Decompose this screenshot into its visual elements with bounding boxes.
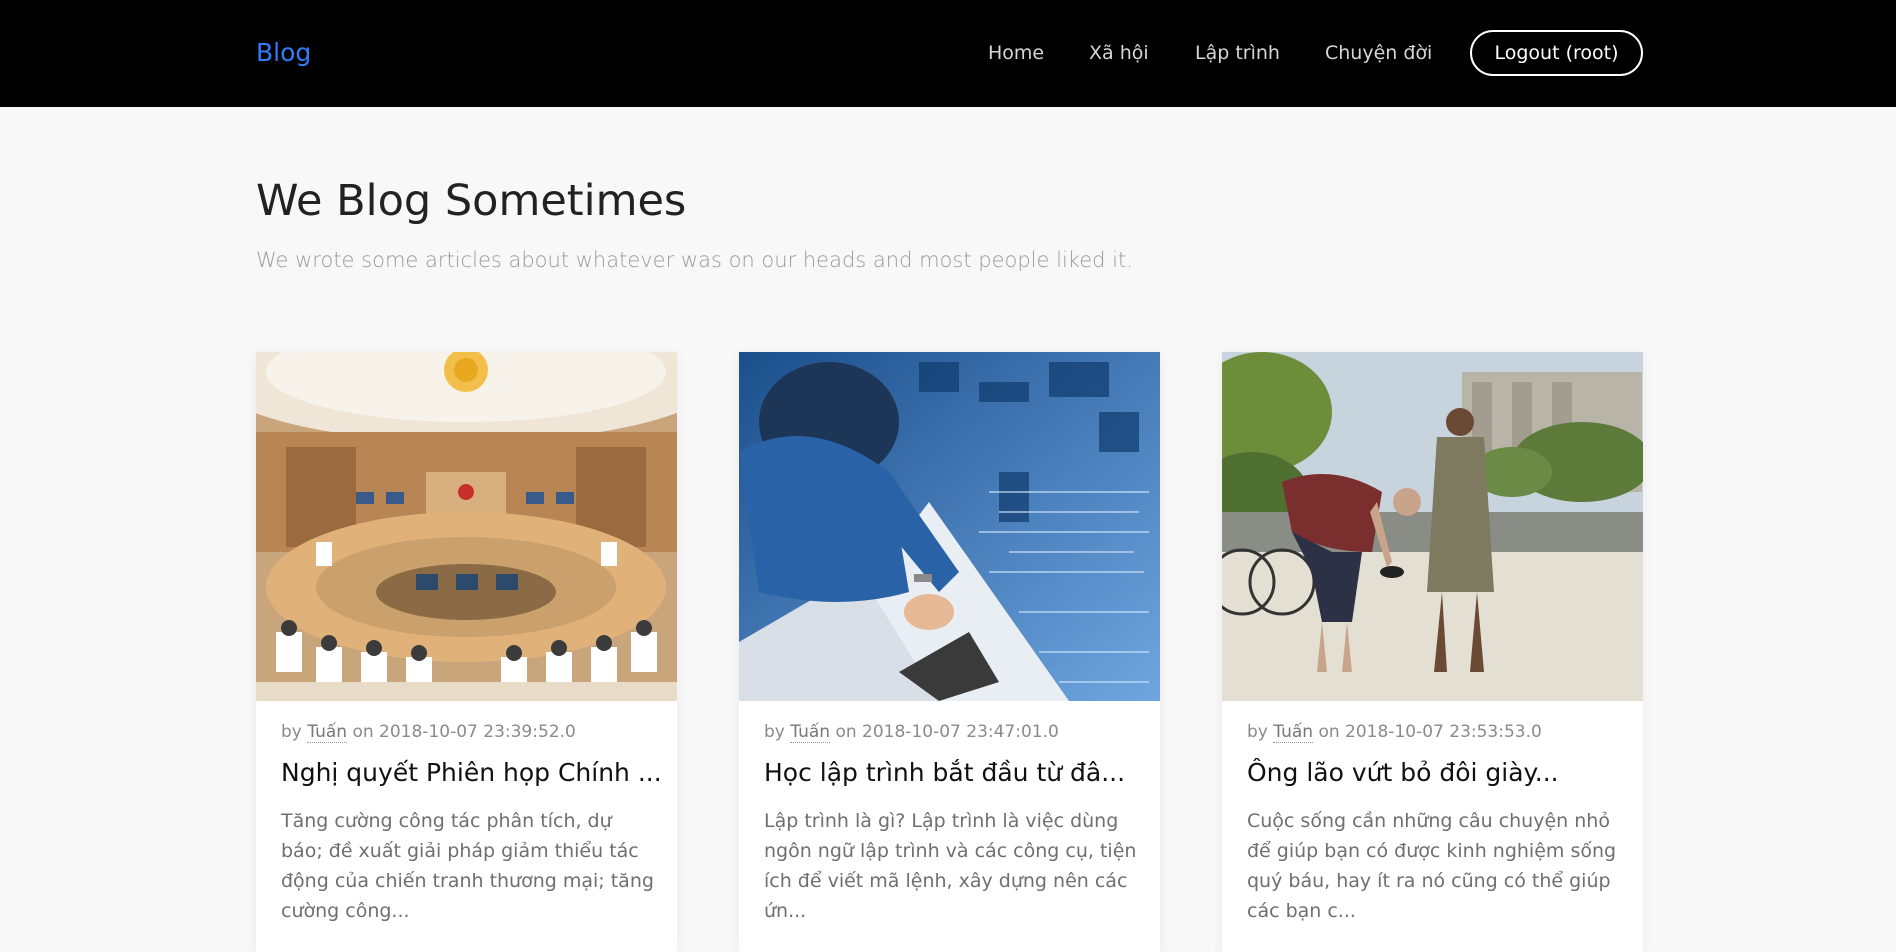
post-card[interactable]: by Tuấn on 2018-10-07 23:47:01.0 Học lập… [739,352,1160,952]
post-excerpt: Cuộc sống cần những câu chuyện nhỏ để gi… [1247,810,1617,922]
old-man-photo [1222,352,1643,701]
post-card[interactable]: by Tuấn on 2018-10-07 23:39:52.0 Nghị qu… [256,352,677,952]
nav-chuyen-doi[interactable]: Chuyện đời [1325,42,1432,64]
post-image-programming[interactable] [739,352,1160,701]
on-label: on [1318,722,1340,742]
page-subtitle: We wrote some articles about whatever wa… [256,248,1133,272]
nav-lap-trinh[interactable]: Lập trình [1195,42,1280,64]
on-label: on [352,722,374,742]
post-excerpt: Lập trình là gì? Lập trình là việc dùng … [764,810,1137,922]
programming-photo [739,352,1160,701]
post-title[interactable]: Học lập trình bắt đầu từ đâ... [764,758,1144,787]
author-link[interactable]: Tuấn [307,722,348,743]
post-date: 2018-10-07 23:53:53.0 [1345,722,1542,742]
by-label: by [764,722,785,742]
by-label: by [1247,722,1268,742]
nav-home[interactable]: Home [988,42,1044,64]
page-title: We Blog Sometimes [256,176,687,226]
post-meta: by Tuấn on 2018-10-07 23:39:52.0 [281,722,576,743]
brand-link[interactable]: Blog [256,38,311,67]
post-date: 2018-10-07 23:47:01.0 [862,722,1059,742]
post-image-meeting[interactable] [256,352,677,701]
author-link[interactable]: Tuấn [1273,722,1314,743]
post-title[interactable]: Ông lão vứt bỏ đôi giày... [1247,758,1627,787]
by-label: by [281,722,302,742]
post-excerpt: Tăng cường công tác phân tích, dự báo; đ… [281,810,654,922]
post-meta: by Tuấn on 2018-10-07 23:53:53.0 [1247,722,1542,743]
post-meta: by Tuấn on 2018-10-07 23:47:01.0 [764,722,1059,743]
post-card[interactable]: by Tuấn on 2018-10-07 23:53:53.0 Ông lão… [1222,352,1643,952]
meeting-photo [256,352,677,701]
top-navbar: Blog Home Xã hội Lập trình Chuyện đời Lo… [0,0,1896,107]
post-image-old-man[interactable] [1222,352,1643,701]
post-title[interactable]: Nghị quyết Phiên họp Chính ... [281,758,661,787]
post-date: 2018-10-07 23:39:52.0 [379,722,576,742]
logout-button[interactable]: Logout (root) [1470,30,1643,76]
nav-xa-hoi[interactable]: Xã hội [1089,42,1149,64]
author-link[interactable]: Tuấn [790,722,831,743]
on-label: on [835,722,857,742]
